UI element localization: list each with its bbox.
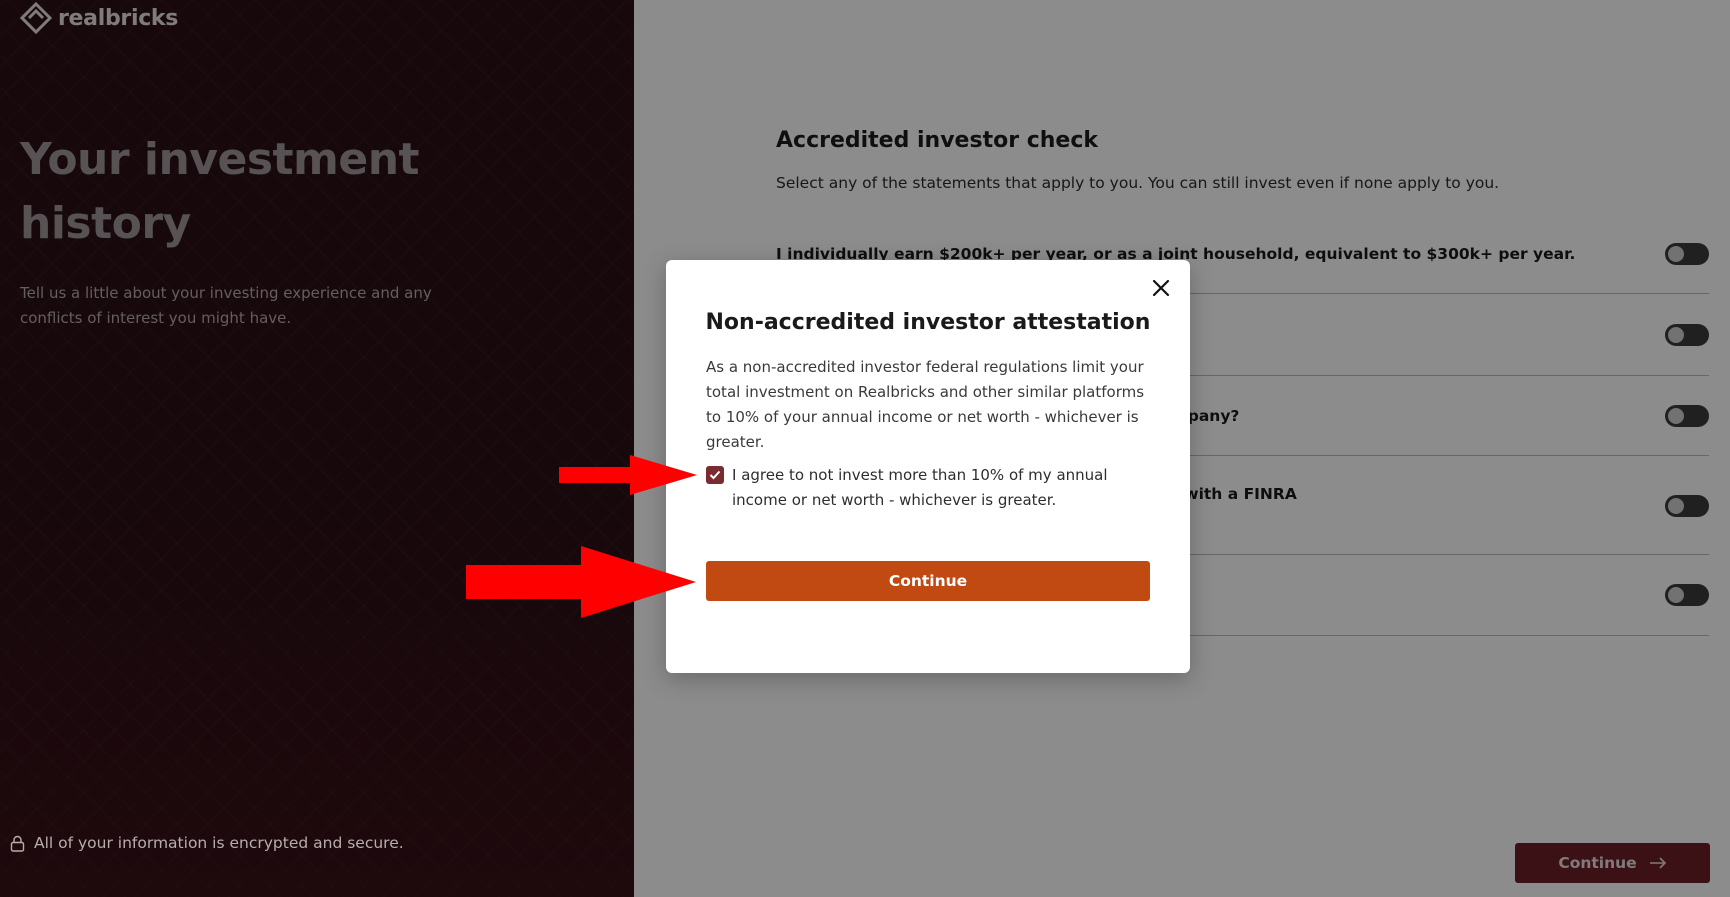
modal-title: Non-accredited investor attestation	[705, 310, 1151, 335]
lock-icon	[10, 835, 25, 852]
modal-body: As a non-accredited investor federal reg…	[706, 358, 1145, 451]
secure-note-text: All of your information is encrypted and…	[34, 834, 404, 852]
check-icon	[709, 470, 721, 480]
close-icon[interactable]	[1150, 277, 1172, 299]
modal-continue-button[interactable]: Continue	[706, 561, 1150, 601]
annotation-arrow-icon	[466, 546, 696, 618]
secure-note: All of your information is encrypted and…	[10, 834, 404, 852]
agree-label[interactable]: I agree to not invest more than 10% of m…	[732, 463, 1156, 513]
annotation-arrow-icon	[559, 455, 697, 495]
modal-continue-label: Continue	[888, 572, 968, 590]
agree-checkbox[interactable]	[706, 466, 724, 484]
attestation-modal: Non-accredited investor attestation As a…	[666, 260, 1190, 673]
agree-row: I agree to not invest more than 10% of m…	[706, 463, 1156, 513]
